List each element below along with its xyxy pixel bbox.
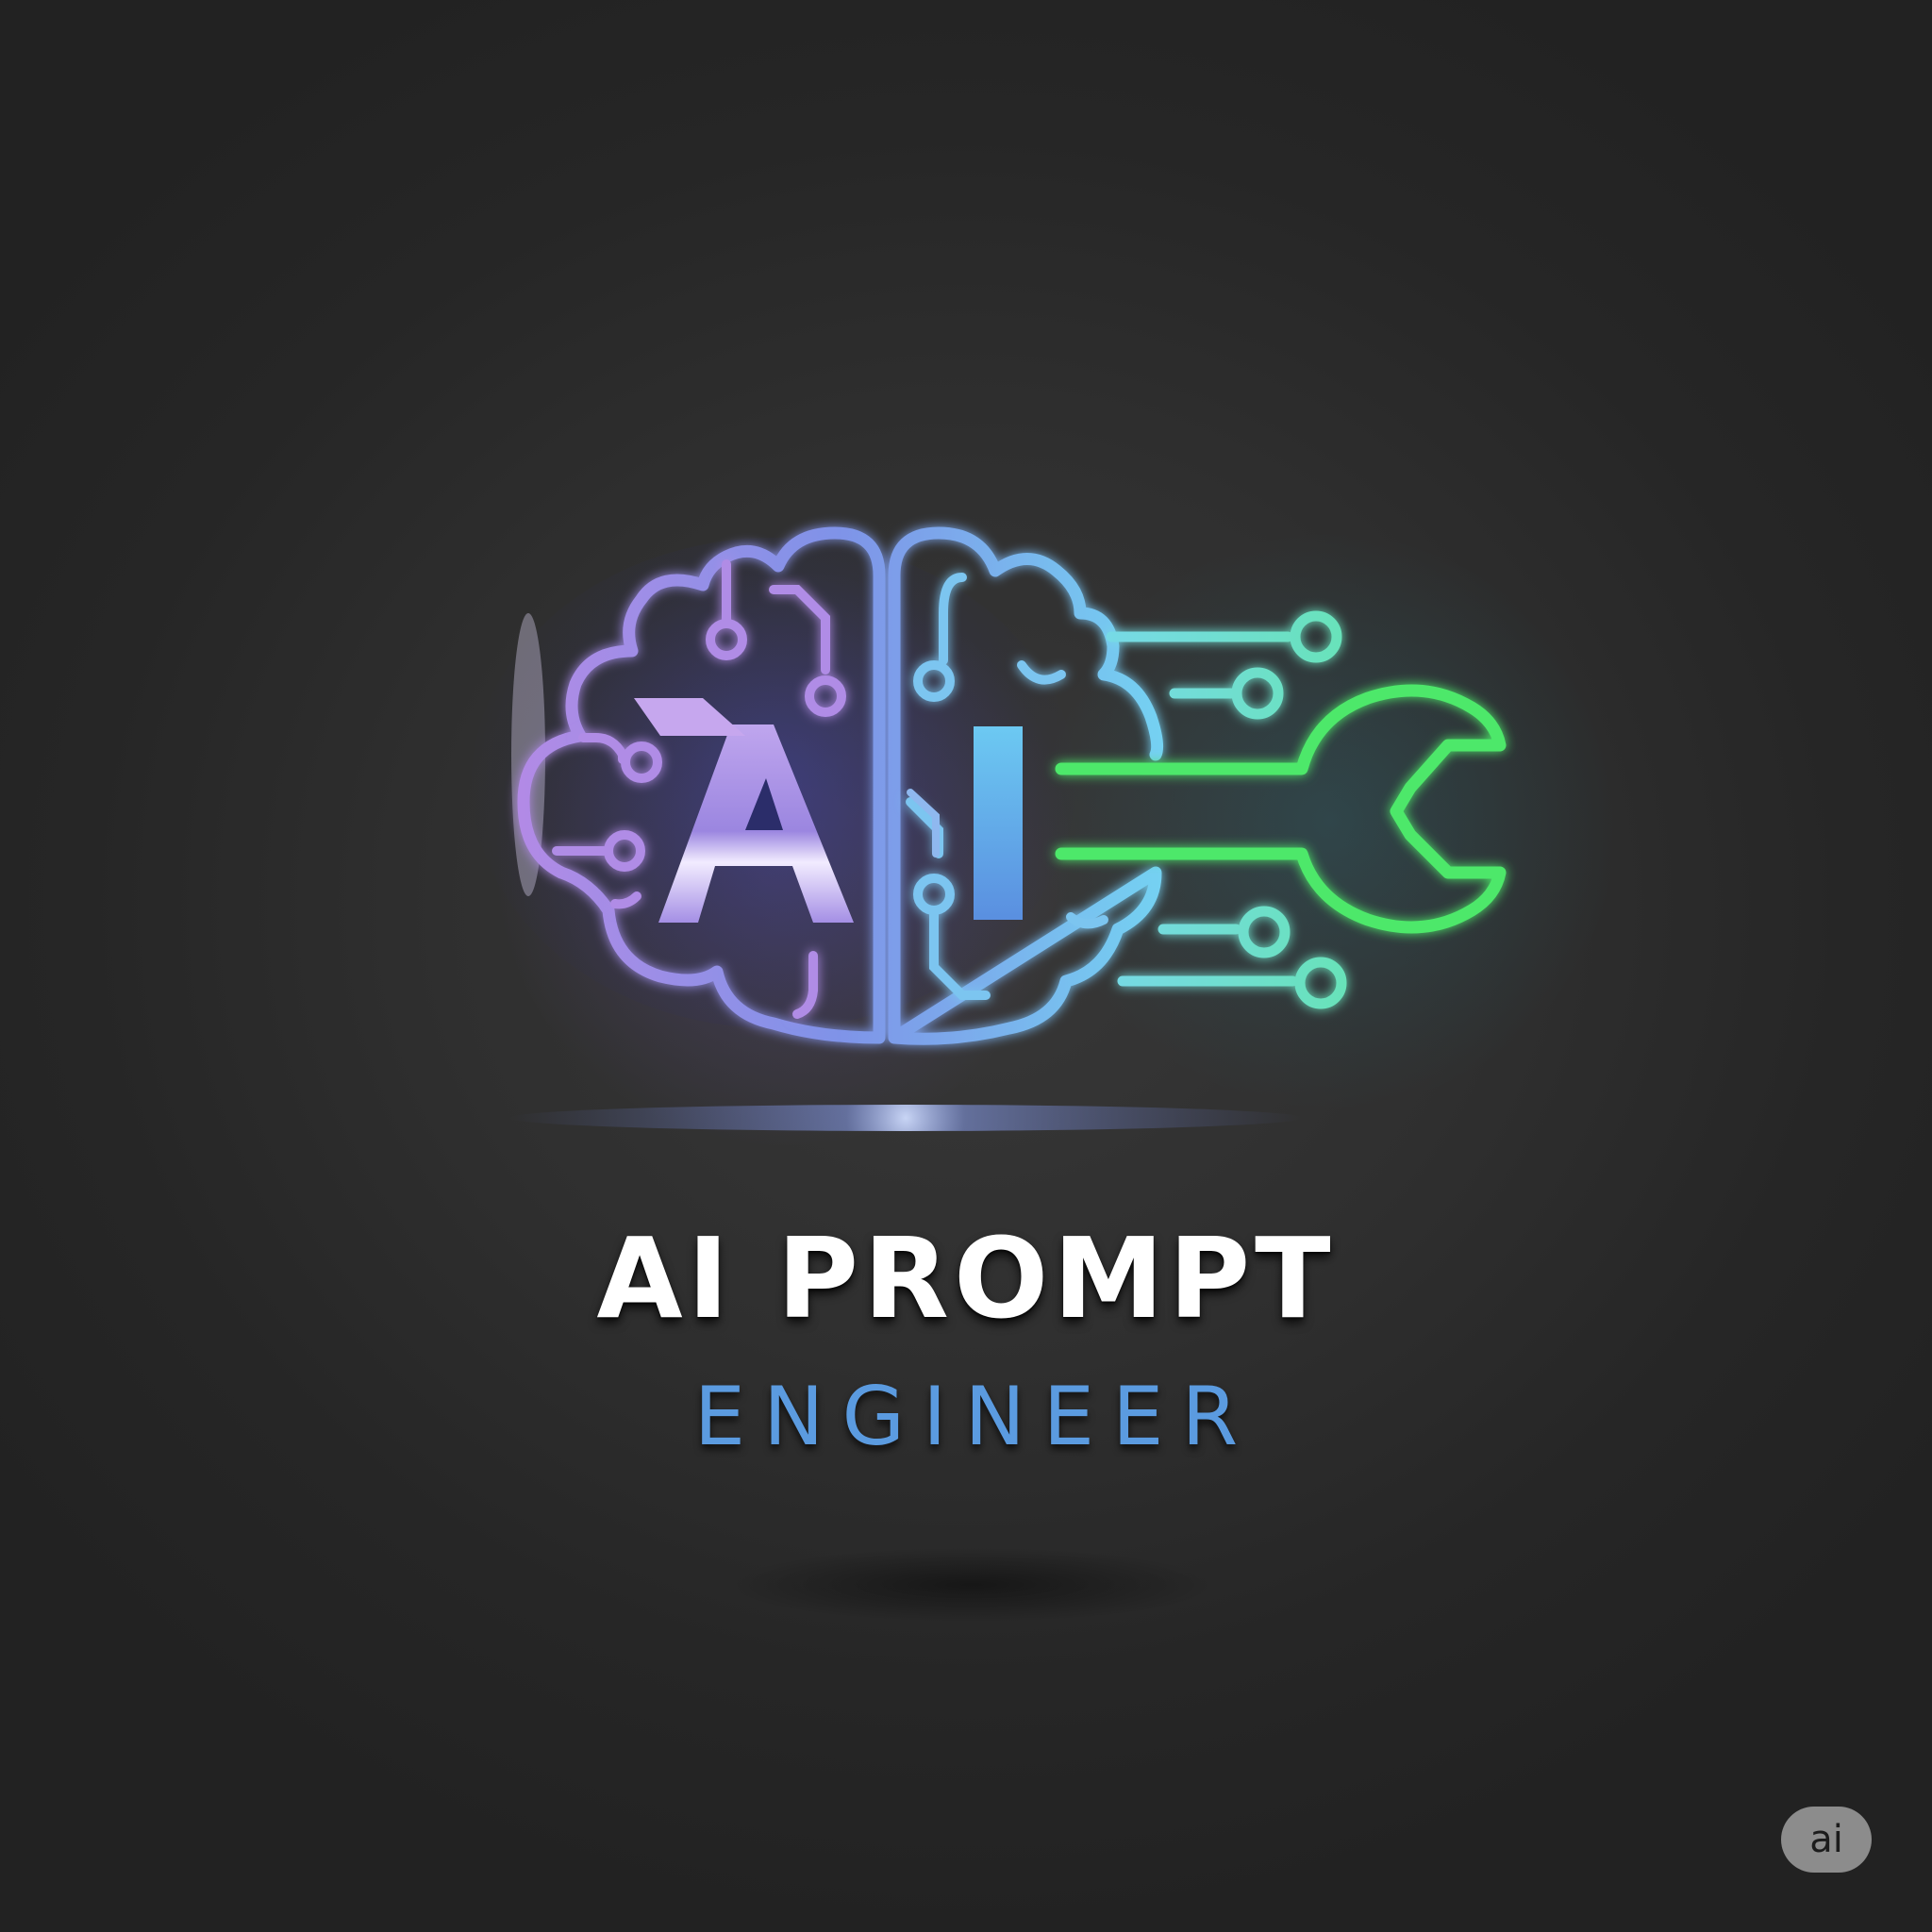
logo-subtitle: ENGINEER — [693, 1370, 1257, 1464]
text-floor-shadow — [726, 1547, 1217, 1623]
circuit-lines — [1106, 610, 1347, 1009]
logo-canvas: AI PROMPT ENGINEER ai — [0, 0, 1932, 1932]
brain-circuit-icon — [472, 526, 1507, 1131]
logo-title: AI PROMPT — [596, 1213, 1336, 1343]
ai-badge-icon: ai — [1781, 1807, 1872, 1873]
floor-light-streak — [509, 1105, 1302, 1131]
